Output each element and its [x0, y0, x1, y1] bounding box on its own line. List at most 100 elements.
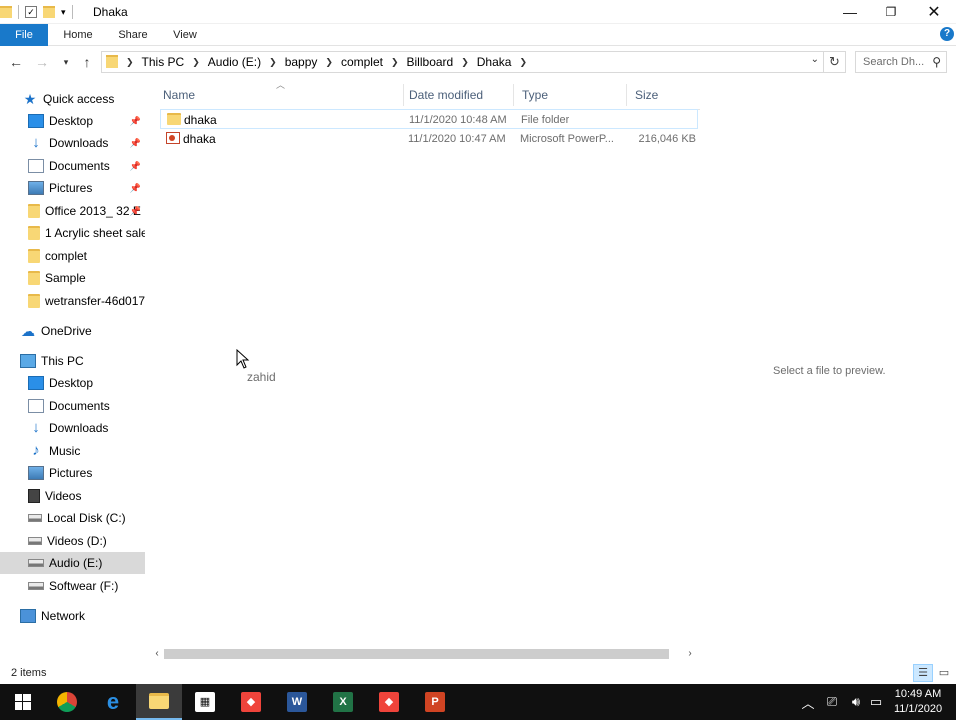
sidebar-item-pc-pictures[interactable]: Pictures	[0, 462, 145, 484]
breadcrumb-this-pc[interactable]: This PC	[136, 55, 191, 69]
close-button[interactable]: ✕	[911, 0, 956, 24]
pin-icon[interactable]: 📌	[130, 116, 141, 127]
network-tray-icon[interactable]: ⎚	[821, 684, 843, 720]
search-input[interactable]: Search Dh... ⚲	[855, 51, 947, 73]
taskbar-chrome[interactable]	[44, 684, 90, 720]
sidebar-item-softwear-f[interactable]: Softwear (F:)	[0, 575, 145, 597]
divider	[18, 5, 19, 19]
start-button[interactable]	[0, 684, 46, 720]
breadcrumb-dhaka[interactable]: Dhaka	[471, 55, 518, 69]
up-button[interactable]: ↑	[79, 54, 95, 72]
taskbar-file-explorer[interactable]	[136, 684, 182, 720]
breadcrumb-billboard[interactable]: Billboard	[401, 55, 460, 69]
pin-icon[interactable]: 📌	[130, 161, 141, 172]
sidebar-item-downloads[interactable]: ↓ Downloads 📌	[0, 132, 145, 154]
pin-icon[interactable]: 📌	[130, 138, 141, 149]
details-view-icon[interactable]: ☰	[913, 664, 933, 682]
breadcrumb-bappy[interactable]: bappy	[279, 55, 324, 69]
videos-icon	[28, 489, 40, 503]
properties-icon[interactable]: ✓	[25, 6, 37, 18]
taskbar-store[interactable]: ▦	[182, 684, 228, 720]
column-header-name[interactable]: Name	[155, 84, 404, 106]
sidebar-item-local-disk-c[interactable]: Local Disk (C:)	[0, 507, 145, 529]
taskbar-word[interactable]: W	[274, 684, 320, 720]
tab-file[interactable]: File	[0, 24, 48, 46]
mouse-cursor-icon	[236, 349, 250, 369]
pictures-icon	[28, 181, 44, 195]
sidebar-item-documents[interactable]: Documents 📌	[0, 155, 145, 177]
breadcrumb-complet[interactable]: complet	[335, 55, 389, 69]
taskbar-clock[interactable]: 10:49 AM 11/1/2020	[880, 687, 956, 717]
folder-icon	[0, 6, 12, 18]
chevron-right-icon[interactable]: ❯	[190, 57, 202, 68]
tab-home[interactable]: Home	[56, 24, 100, 46]
refresh-button[interactable]: ↻	[824, 51, 846, 73]
recent-locations-button[interactable]: ▾	[58, 54, 74, 72]
sidebar-item-wetransfer[interactable]: wetransfer-46d017	[0, 290, 145, 312]
horizontal-scrollbar[interactable]: ‹ ›	[150, 646, 698, 662]
taskbar-powerpoint[interactable]: P	[412, 684, 458, 720]
sidebar-item-pictures[interactable]: Pictures 📌	[0, 177, 145, 199]
sidebar-item-label: Pictures	[49, 466, 93, 480]
taskbar-anydesk-2[interactable]: ◆	[366, 684, 412, 720]
chevron-right-icon[interactable]: ❯	[459, 57, 471, 68]
file-size: 216,046 KB	[638, 133, 697, 145]
column-header-size[interactable]: Size	[627, 84, 697, 106]
tab-share[interactable]: Share	[110, 24, 156, 46]
sidebar-item-acrylic-sheet[interactable]: 1 Acrylic sheet sale	[0, 222, 145, 244]
help-icon[interactable]: ?	[940, 27, 954, 41]
sidebar-item-audio-e[interactable]: Audio (E:)	[0, 552, 145, 574]
taskbar-edge[interactable]: e	[90, 684, 136, 720]
table-row[interactable]: dhaka 11/1/2020 10:48 AM File folder	[160, 109, 698, 129]
forward-button[interactable]: →	[34, 54, 50, 72]
sidebar-item-onedrive[interactable]: ☁ OneDrive	[0, 320, 145, 342]
sidebar-item-this-pc[interactable]: This PC	[0, 350, 145, 372]
scroll-right-icon[interactable]: ›	[683, 646, 697, 662]
address-bar[interactable]: ❯ This PC ❯ Audio (E:) ❯ bappy ❯ complet…	[101, 51, 824, 73]
pin-icon[interactable]: 📌	[130, 183, 141, 194]
new-folder-icon[interactable]	[43, 6, 55, 18]
sidebar-item-label: Documents	[49, 399, 110, 413]
ribbon-tabs: File Home Share View ?	[0, 24, 956, 46]
column-header-date[interactable]: Date modified	[401, 84, 514, 106]
sidebar-item-quick-access[interactable]: ★ Quick access	[0, 88, 145, 110]
sidebar-item-pc-downloads[interactable]: ↓ Downloads	[0, 417, 145, 439]
volume-icon[interactable]: 🔊︎	[845, 684, 867, 720]
customize-toolbar-icon[interactable]: ▾	[61, 7, 66, 18]
breadcrumb-audio-e[interactable]: Audio (E:)	[202, 55, 267, 69]
taskbar-excel[interactable]: X	[320, 684, 366, 720]
scroll-left-icon[interactable]: ‹	[150, 646, 164, 662]
column-header-type[interactable]: Type	[514, 84, 627, 106]
chevron-right-icon[interactable]: ❯	[389, 57, 401, 68]
chevron-right-icon[interactable]: ❯	[517, 57, 529, 68]
sidebar-item-pc-music[interactable]: ♪ Music	[0, 440, 145, 462]
show-hidden-icons-button[interactable]: ︿	[799, 684, 817, 720]
windows-logo-icon	[15, 694, 31, 710]
sidebar-item-label: Desktop	[49, 376, 94, 390]
quick-access-toolbar: ✓ ▾	[0, 3, 73, 21]
pin-icon[interactable]: 📌	[130, 206, 141, 217]
back-button[interactable]: ←	[8, 54, 24, 72]
tab-view[interactable]: View	[163, 24, 207, 46]
sidebar-item-desktop[interactable]: Desktop 📌	[0, 110, 145, 132]
minimize-button[interactable]: —	[827, 0, 873, 24]
scrollbar-thumb[interactable]	[164, 649, 669, 659]
sidebar-item-pc-documents[interactable]: Documents	[0, 395, 145, 417]
chevron-right-icon[interactable]: ❯	[323, 57, 335, 68]
sidebar-item-complet[interactable]: complet	[0, 245, 145, 267]
sidebar-item-sample[interactable]: Sample	[0, 267, 145, 289]
sidebar-item-network[interactable]: Network	[0, 605, 145, 627]
taskbar-anydesk[interactable]: ◆	[228, 684, 274, 720]
table-row[interactable]: dhaka 11/1/2020 10:47 AM Microsoft Power…	[160, 129, 698, 149]
large-icons-view-icon[interactable]: ▭	[934, 664, 954, 682]
sidebar-item-videos-d[interactable]: Videos (D:)	[0, 530, 145, 552]
address-dropdown-icon[interactable]: ⌄	[811, 54, 819, 65]
sidebar-item-pc-desktop[interactable]: Desktop	[0, 372, 145, 394]
item-count: 2 items	[11, 667, 47, 679]
sidebar-item-label: This PC	[41, 354, 84, 368]
chevron-right-icon[interactable]: ❯	[267, 57, 279, 68]
sidebar-item-pc-videos[interactable]: Videos	[0, 485, 145, 507]
restore-button[interactable]: ❐	[868, 0, 914, 24]
sidebar-item-office-2013[interactable]: Office 2013_ 32 E 📌	[0, 200, 145, 222]
sidebar-item-label: 1 Acrylic sheet sale	[45, 226, 145, 240]
